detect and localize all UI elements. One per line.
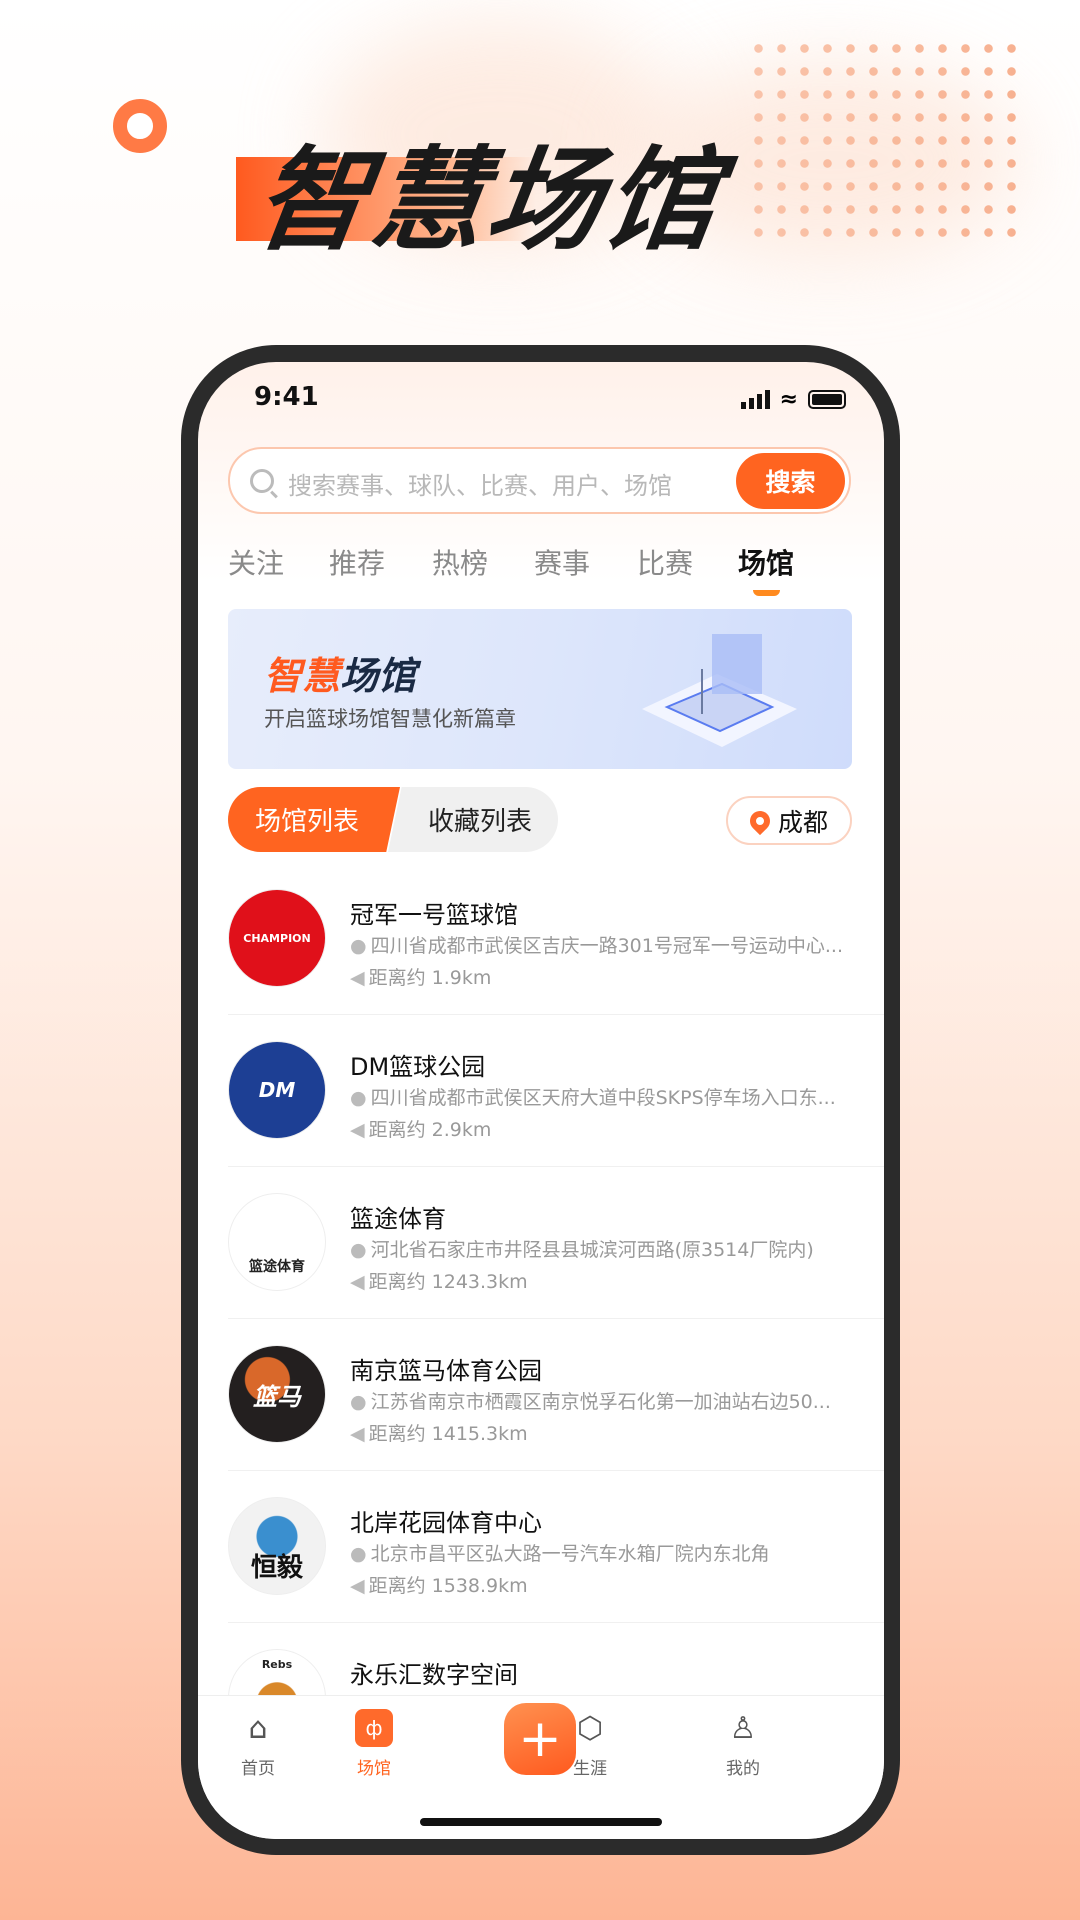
venue-row[interactable]: CHAMPION 冠军一号篮球馆 ● 四川省成都市武侯区吉庆一路301号冠军一号运… bbox=[228, 863, 884, 1015]
nav-label: 生涯 bbox=[573, 1759, 607, 1779]
venue-icon: ф bbox=[329, 1708, 419, 1748]
venue-logo: DM bbox=[228, 1041, 326, 1139]
banner-title: 智慧场馆 bbox=[264, 645, 416, 700]
career-badge-icon: ⬡ bbox=[576, 1710, 604, 1746]
venue-name: 北岸花园体育中心 bbox=[350, 1509, 542, 1537]
venue-distance: ◀ 距离约 2.9km bbox=[350, 1119, 492, 1141]
venue-logo: 篮马 bbox=[228, 1345, 326, 1443]
tab-matches[interactable]: 比赛 bbox=[637, 542, 693, 582]
venue-name: 南京篮马体育公园 bbox=[350, 1357, 542, 1385]
favorites-list-tab[interactable]: 收藏列表 bbox=[388, 787, 558, 852]
phone-screen: 9:41 ≈ 搜索赛事、球队、比赛、用户、场馆 搜索 关注 推荐 热榜 赛事 比… bbox=[198, 362, 884, 1839]
venue-list-tab[interactable]: 场馆列表 bbox=[228, 787, 400, 852]
smart-venue-banner[interactable]: 智慧场馆 开启篮球场馆智慧化新篇章 bbox=[228, 609, 852, 769]
nav-venues[interactable]: ф 场馆 bbox=[329, 1708, 419, 1779]
venue-logo: 篮途体育 bbox=[228, 1193, 326, 1291]
tab-recommend[interactable]: 推荐 bbox=[329, 542, 385, 582]
venue-row[interactable]: 恒毅 北岸花园体育中心 ● 北京市昌平区弘大路一号汽车水箱厂院内东北角 ◀ 距离约 … bbox=[228, 1471, 884, 1623]
venue-address: ● 河北省石家庄市井陉县县城滨河西路(原3514厂院内) bbox=[350, 1239, 814, 1261]
home-icon: ⌂ bbox=[248, 1710, 268, 1746]
nav-label: 首页 bbox=[241, 1759, 275, 1779]
navigation-arrow-icon: ◀ bbox=[350, 1575, 365, 1597]
venue-distance: ◀ 距离约 1415.3km bbox=[350, 1423, 528, 1445]
city-label: 成都 bbox=[777, 807, 828, 837]
status-time: 9:41 bbox=[254, 382, 319, 412]
location-icon: ● bbox=[350, 1543, 367, 1565]
venue-logo: 恒毅 bbox=[228, 1497, 326, 1595]
venue-distance: ◀ 距离约 1.9km bbox=[350, 967, 492, 989]
venue-row[interactable]: 篮途体育 篮途体育 ● 河北省石家庄市井陉县县城滨河西路(原3514厂院内) ◀ 距… bbox=[228, 1167, 884, 1319]
venue-name: 篮途体育 bbox=[350, 1205, 446, 1233]
venue-address: ● 四川省成都市武侯区吉庆一路301号冠军一号运动中心... bbox=[350, 935, 843, 957]
home-indicator[interactable] bbox=[420, 1818, 662, 1826]
venue-list: CHAMPION 冠军一号篮球馆 ● 四川省成都市武侯区吉庆一路301号冠军一号运… bbox=[228, 863, 884, 1775]
venue-illustration bbox=[642, 634, 797, 747]
signal-icon bbox=[740, 390, 770, 409]
venue-address: ● 四川省成都市武侯区天府大道中段SKPS停车场入口东... bbox=[350, 1087, 836, 1109]
nav-career[interactable]: ⬡ 生涯 bbox=[545, 1708, 635, 1780]
wifi-icon: ≈ bbox=[779, 387, 798, 412]
venue-name: 永乐汇数字空间 bbox=[350, 1661, 518, 1689]
location-icon: ● bbox=[350, 1391, 367, 1413]
nav-label: 我的 bbox=[726, 1759, 760, 1779]
navigation-arrow-icon: ◀ bbox=[350, 1119, 365, 1141]
tab-hot[interactable]: 热榜 bbox=[432, 542, 488, 582]
search-input[interactable]: 搜索赛事、球队、比赛、用户、场馆 搜索 bbox=[228, 447, 851, 514]
venue-name: DM篮球公园 bbox=[350, 1053, 486, 1081]
search-icon bbox=[250, 469, 274, 493]
banner-subtitle: 开启篮球场馆智慧化新篇章 bbox=[264, 707, 516, 731]
venue-logo: CHAMPION bbox=[228, 889, 326, 987]
venue-address: ● 江苏省南京市栖霞区南京悦孚石化第一加油站右边50... bbox=[350, 1391, 831, 1413]
venue-distance: ◀ 距离约 1243.3km bbox=[350, 1271, 528, 1293]
tab-venues[interactable]: 场馆 bbox=[738, 542, 794, 582]
navigation-arrow-icon: ◀ bbox=[350, 967, 365, 989]
nav-home[interactable]: ⌂ 首页 bbox=[213, 1708, 303, 1780]
nav-profile[interactable]: ♙ 我的 bbox=[698, 1708, 788, 1780]
battery-icon bbox=[808, 390, 846, 409]
tab-indicator bbox=[753, 590, 780, 596]
location-icon: ● bbox=[350, 1239, 367, 1261]
nav-label: 场馆 bbox=[357, 1759, 391, 1779]
location-icon: ● bbox=[350, 935, 367, 957]
city-selector[interactable]: 成都 bbox=[726, 796, 852, 845]
hero-title: 智慧场馆 bbox=[247, 136, 730, 266]
venue-row[interactable]: 篮马 南京篮马体育公园 ● 江苏省南京市栖霞区南京悦孚石化第一加油站右边50...… bbox=[228, 1319, 884, 1471]
decor-dot-grid bbox=[747, 37, 1027, 247]
venue-address: ● 北京市昌平区弘大路一号汽车水箱厂院内东北角 bbox=[350, 1543, 770, 1565]
status-icons: ≈ bbox=[740, 387, 846, 412]
list-segment: 场馆列表 收藏列表 bbox=[228, 787, 558, 852]
tab-follow[interactable]: 关注 bbox=[228, 542, 284, 582]
location-pin-icon bbox=[745, 806, 775, 835]
location-icon: ● bbox=[350, 1087, 367, 1109]
navigation-arrow-icon: ◀ bbox=[350, 1423, 365, 1445]
search-button[interactable]: 搜索 bbox=[736, 453, 845, 509]
venue-name: 冠军一号篮球馆 bbox=[350, 901, 518, 929]
banner-title-rest: 场馆 bbox=[340, 654, 417, 698]
tab-events[interactable]: 赛事 bbox=[534, 542, 590, 582]
profile-icon: ♙ bbox=[729, 1710, 757, 1746]
search-placeholder: 搜索赛事、球队、比赛、用户、场馆 bbox=[288, 472, 672, 500]
banner-title-accent: 智慧 bbox=[264, 654, 341, 698]
navigation-arrow-icon: ◀ bbox=[350, 1271, 365, 1293]
venue-distance: ◀ 距离约 1538.9km bbox=[350, 1575, 528, 1597]
decor-ring-icon bbox=[113, 99, 167, 153]
venue-row[interactable]: DM DM篮球公园 ● 四川省成都市武侯区天府大道中段SKPS停车场入口东... … bbox=[228, 1015, 884, 1167]
